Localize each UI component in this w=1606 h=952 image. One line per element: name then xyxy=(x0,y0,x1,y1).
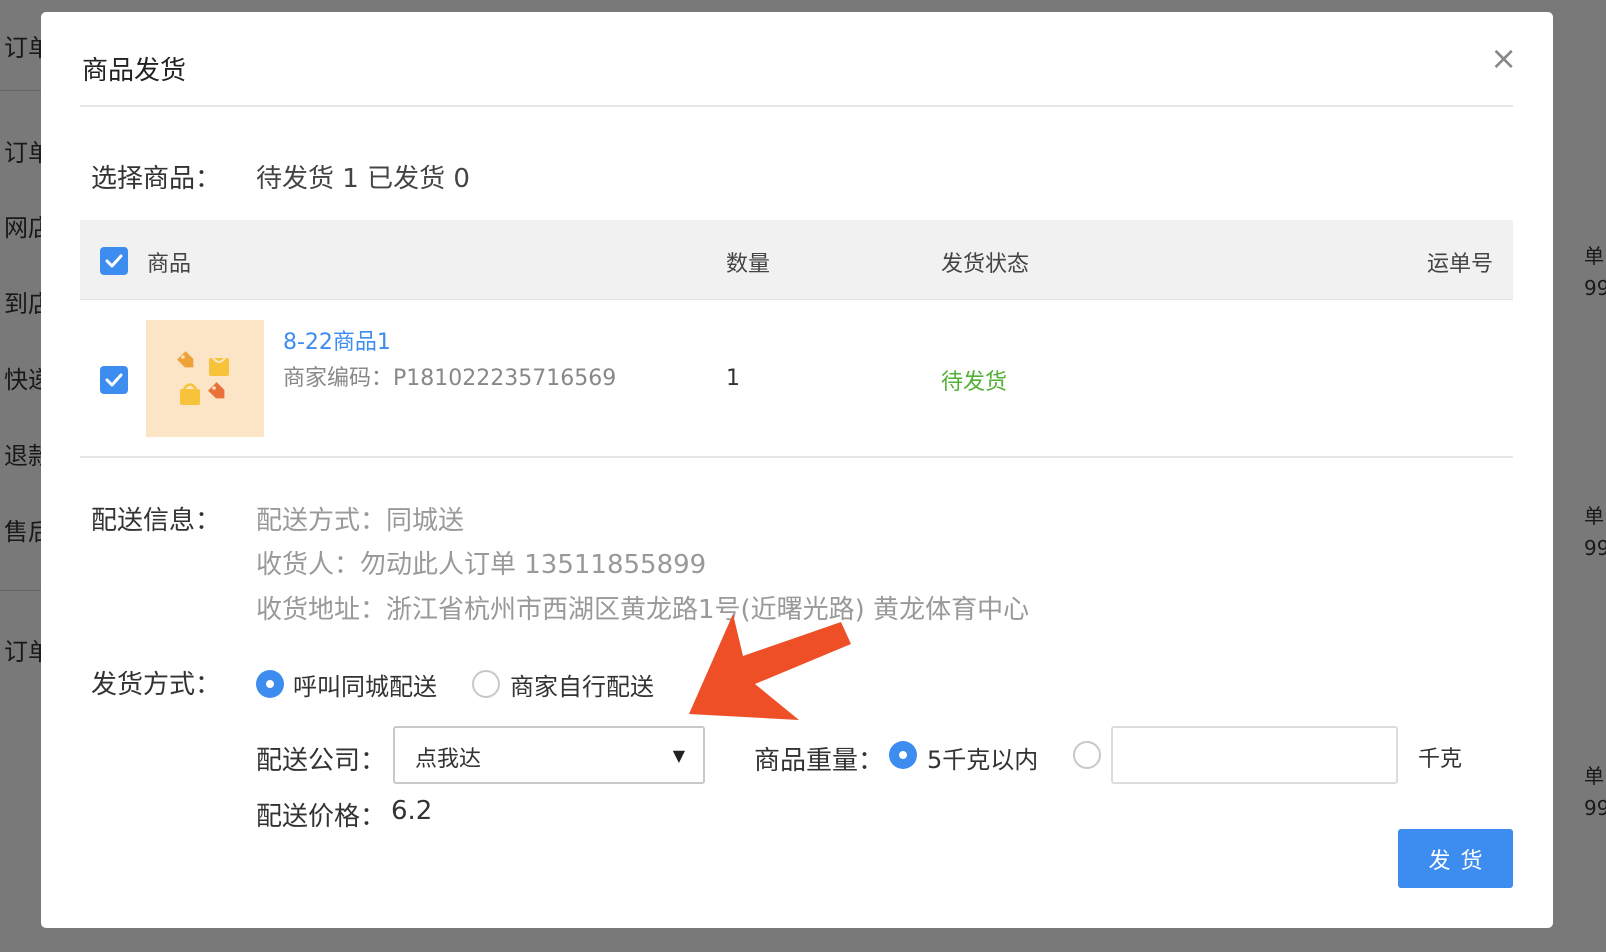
check-icon xyxy=(105,373,123,387)
column-header-product: 商品 xyxy=(147,252,192,277)
radio-weight-custom[interactable] xyxy=(1073,741,1101,769)
table-row: 8-22商品1 商家编码：P181022235716569 1 待发货 xyxy=(80,300,1513,458)
radio-city-delivery[interactable] xyxy=(256,670,284,698)
delivery-company-label: 配送公司： xyxy=(256,746,387,776)
column-header-status: 发货状态 xyxy=(941,252,1030,277)
address-text: 收货地址：浙江省杭州市西湖区黄龙路1号(近曙光路) 黄龙体育中心 xyxy=(256,595,1030,625)
weight-input[interactable] xyxy=(1111,726,1398,784)
radio-city-delivery-label[interactable]: 呼叫同城配送 xyxy=(293,667,437,702)
select-goods-summary: 待发货 1 已发货 0 xyxy=(256,164,470,194)
ship-method-label: 发货方式： xyxy=(91,670,222,700)
select-goods-label: 选择商品： xyxy=(91,164,222,194)
product-merchant-code: 商家编码：P181022235716569 xyxy=(283,366,617,391)
ship-button[interactable]: 发货 xyxy=(1398,829,1513,888)
shopping-tags-icon xyxy=(177,351,229,405)
product-name-link[interactable]: 8-22商品1 xyxy=(283,324,391,356)
column-header-waybill: 运单号 xyxy=(1426,252,1493,277)
delivery-price-label: 配送价格： xyxy=(256,802,387,832)
weight-label: 商品重量： xyxy=(754,746,885,776)
delivery-method-text: 配送方式：同城送 xyxy=(256,506,465,536)
product-quantity: 1 xyxy=(726,366,740,391)
row-checkbox[interactable] xyxy=(100,366,128,394)
radio-self-delivery-label[interactable]: 商家自行配送 xyxy=(510,667,654,702)
product-thumbnail xyxy=(146,320,264,437)
annotation-arrow-icon xyxy=(689,614,851,720)
goods-table-header: 商品 数量 发货状态 运单号 xyxy=(80,220,1513,300)
title-divider xyxy=(80,105,1513,107)
close-icon: × xyxy=(1490,39,1517,77)
radio-weight-preset-label[interactable]: 5千克以内 xyxy=(927,740,1038,775)
column-header-quantity: 数量 xyxy=(726,252,771,277)
delivery-info-label: 配送信息： xyxy=(91,506,222,536)
delivery-price-value: 6.2 xyxy=(391,796,433,826)
radio-self-delivery[interactable] xyxy=(472,670,500,698)
radio-weight-preset[interactable] xyxy=(889,741,917,769)
ship-goods-dialog: 商品发货 × 选择商品： 待发货 1 已发货 0 商品 数量 发货状态 运单号 xyxy=(41,12,1553,928)
delivery-company-value: 点我达 xyxy=(415,747,482,772)
caret-down-icon: ▼ xyxy=(672,746,685,765)
shipping-status: 待发货 xyxy=(941,370,1008,395)
weight-unit: 千克 xyxy=(1418,747,1463,772)
select-all-checkbox[interactable] xyxy=(100,247,128,275)
receiver-text: 收货人：勿动此人订单 13511855899 xyxy=(256,550,707,580)
check-icon xyxy=(105,254,123,268)
close-button[interactable]: × xyxy=(1490,42,1517,74)
dialog-title: 商品发货 xyxy=(82,56,187,86)
delivery-company-select[interactable]: 点我达 ▼ xyxy=(393,726,705,784)
